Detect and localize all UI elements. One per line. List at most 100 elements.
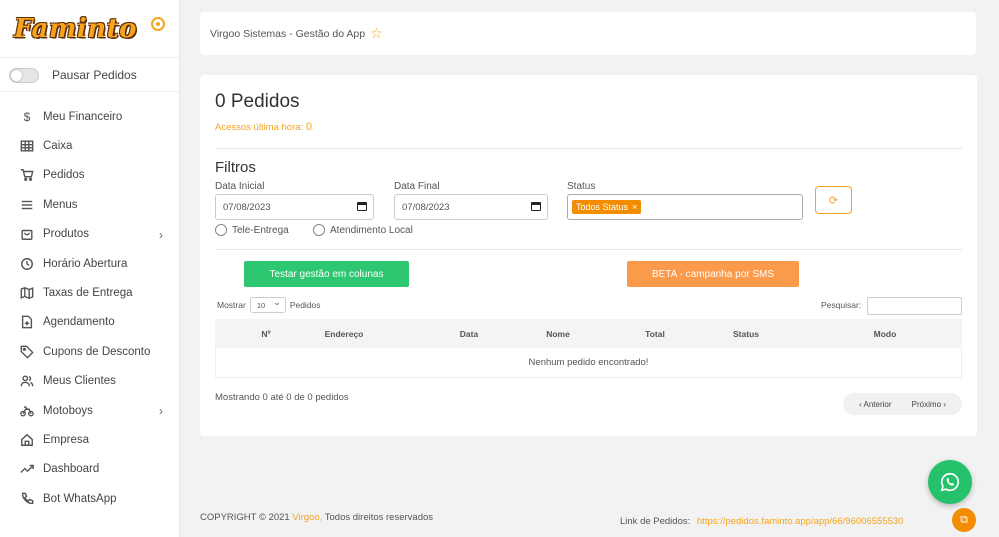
sidebar-item-label: Cupons de Desconto (43, 345, 151, 358)
campanha-sms-button[interactable]: BETA - campanha por SMS (627, 261, 799, 287)
pause-orders-toggle[interactable] (9, 68, 39, 83)
data-final-label: Data Final (394, 181, 440, 192)
data-final-input[interactable]: 07/08/2023 (394, 194, 548, 220)
table-icon (19, 138, 35, 154)
divider (215, 249, 962, 250)
data-inicial-label: Data Inicial (215, 181, 265, 192)
file-plus-icon (19, 314, 35, 330)
copyright-text: COPYRIGHT © 2021 (200, 512, 290, 523)
status-label: Status (567, 181, 596, 192)
refresh-icon: ⟳ (828, 194, 839, 207)
sidebar-item-label: Meus Clientes (43, 375, 116, 388)
sidebar-item-label: Produtos (43, 228, 90, 241)
dollar-icon: $ (23, 109, 31, 124)
testar-colunas-button[interactable]: Testar gestão em colunas (244, 261, 409, 287)
prev-button[interactable]: ‹ Anterior (859, 400, 891, 409)
footer-order-link: Link de Pedidos: https://pedidos.faminto… (620, 516, 903, 527)
mostrar-label: Mostrar (217, 300, 246, 310)
sidebar-nav: $ Meu Financeiro Caixa Pedidos Menus Prod… (0, 92, 179, 513)
menu-icon (19, 197, 35, 213)
order-link[interactable]: https://pedidos.faminto.app/app/66/96006… (697, 516, 904, 527)
sidebar-item-horario-abertura[interactable]: Horário Abertura (0, 249, 179, 278)
breadcrumb-text: Virgoo Sistemas - Gestão do App (210, 27, 366, 40)
acessos-ultima-hora: Acessos última hora: 0 (215, 121, 312, 133)
sidebar-item-agendamento[interactable]: Agendamento (0, 308, 179, 337)
radio-tele-label: Tele-Entrega (232, 224, 289, 236)
sidebar-item-motoboys[interactable]: Motoboys › (0, 396, 179, 425)
cart-icon (19, 167, 35, 183)
radio-circle[interactable] (313, 224, 325, 236)
sidebar-item-meus-clientes[interactable]: Meus Clientes (0, 367, 179, 396)
radio-circle[interactable] (215, 224, 227, 236)
sidebar-item-label: Pedidos (43, 169, 85, 182)
sidebar-item-label: Caixa (43, 140, 73, 153)
sidebar-item-label: Taxas de Entrega (43, 287, 133, 300)
whatsapp-icon (940, 472, 960, 492)
sidebar-item-pedidos[interactable]: Pedidos (0, 161, 179, 190)
sidebar: Faminto Pausar Pedidos $ Meu Financeiro C… (0, 0, 180, 537)
sidebar-item-cupons-de-desconto[interactable]: Cupons de Desconto (0, 337, 179, 366)
target-icon[interactable] (151, 17, 165, 31)
col-numero[interactable]: Nº (261, 329, 270, 339)
chevron-right-icon: › (159, 227, 163, 242)
company-link[interactable]: Virgoo, (292, 512, 322, 523)
footer-copyright: COPYRIGHT © 2021 Virgoo, Todos direitos … (200, 512, 433, 523)
calendar-icon[interactable] (531, 202, 541, 211)
clock-icon (19, 256, 35, 272)
status-select[interactable]: Todos Status × (567, 194, 803, 220)
status-tag-label: Todos Status (576, 202, 629, 212)
sidebar-item-taxas-de-entrega[interactable]: Taxas de Entrega (0, 278, 179, 307)
sidebar-item-meu-financeiro[interactable]: $ Meu Financeiro (0, 102, 179, 131)
bike-icon (19, 403, 35, 419)
col-nome[interactable]: Nome (546, 329, 570, 339)
sidebar-item-menus[interactable]: Menus (0, 190, 179, 219)
copy-link-button[interactable]: ⧉ (952, 508, 976, 532)
order-link-label: Link de Pedidos: (620, 516, 691, 527)
acessos-value: 0 (305, 121, 312, 133)
col-total[interactable]: Total (645, 329, 665, 339)
sidebar-item-label: Bot WhatsApp (43, 492, 117, 505)
sidebar-item-caixa[interactable]: Caixa (0, 131, 179, 160)
search-label: Pesquisar: (821, 300, 862, 310)
sidebar-item-label: Horário Abertura (43, 257, 128, 270)
next-button[interactable]: Próximo › (912, 400, 946, 409)
sidebar-item-label: Dashboard (43, 463, 100, 476)
divider (215, 148, 962, 149)
rights-text: Todos direitos reservados (324, 512, 434, 523)
sidebar-item-label: Agendamento (43, 316, 115, 329)
sidebar-item-bot-whatsapp[interactable]: Bot WhatsApp (0, 484, 179, 513)
page-size-select[interactable]: 10 (249, 297, 286, 313)
col-endereco[interactable]: Endereço (325, 329, 364, 339)
close-icon[interactable]: × (632, 202, 637, 212)
status-tag[interactable]: Todos Status × (572, 200, 642, 214)
chevron-right-icon: › (159, 403, 163, 418)
page-title: 0 Pedidos (215, 91, 300, 112)
pause-orders-label: Pausar Pedidos (52, 68, 137, 82)
sidebar-item-label: Motoboys (43, 404, 93, 417)
home-icon (19, 432, 35, 448)
whatsapp-button[interactable] (928, 460, 972, 504)
radio-tele-entrega[interactable]: Tele-Entrega (215, 224, 289, 236)
calendar-icon[interactable] (357, 202, 367, 211)
users-icon (19, 373, 35, 389)
col-modo[interactable]: Modo (874, 329, 897, 339)
sidebar-item-label: Menus (43, 198, 78, 211)
faminto-logo[interactable]: Faminto (14, 14, 137, 44)
data-inicial-input[interactable]: 07/08/2023 (215, 194, 374, 220)
brand-area: Faminto (0, 0, 179, 58)
radio-atendimento-local[interactable]: Atendimento Local (313, 224, 413, 236)
sidebar-item-label: Empresa (43, 433, 90, 446)
filters-title: Filtros (215, 159, 256, 176)
sidebar-item-produtos[interactable]: Produtos › (0, 220, 179, 249)
col-status[interactable]: Status (733, 329, 759, 339)
sidebar-item-empresa[interactable]: Empresa (0, 425, 179, 454)
pedidos-label: Pedidos (289, 300, 321, 310)
col-data[interactable]: Data (460, 329, 478, 339)
data-final-value: 07/08/2023 (402, 201, 450, 213)
map-icon (19, 285, 35, 301)
sidebar-item-dashboard[interactable]: Dashboard (0, 455, 179, 484)
star-icon[interactable]: ☆ (370, 25, 383, 42)
search-input[interactable] (867, 297, 962, 315)
breadcrumb: Virgoo Sistemas - Gestão do App ☆ (200, 12, 976, 55)
refresh-button[interactable]: ⟳ (815, 186, 852, 214)
